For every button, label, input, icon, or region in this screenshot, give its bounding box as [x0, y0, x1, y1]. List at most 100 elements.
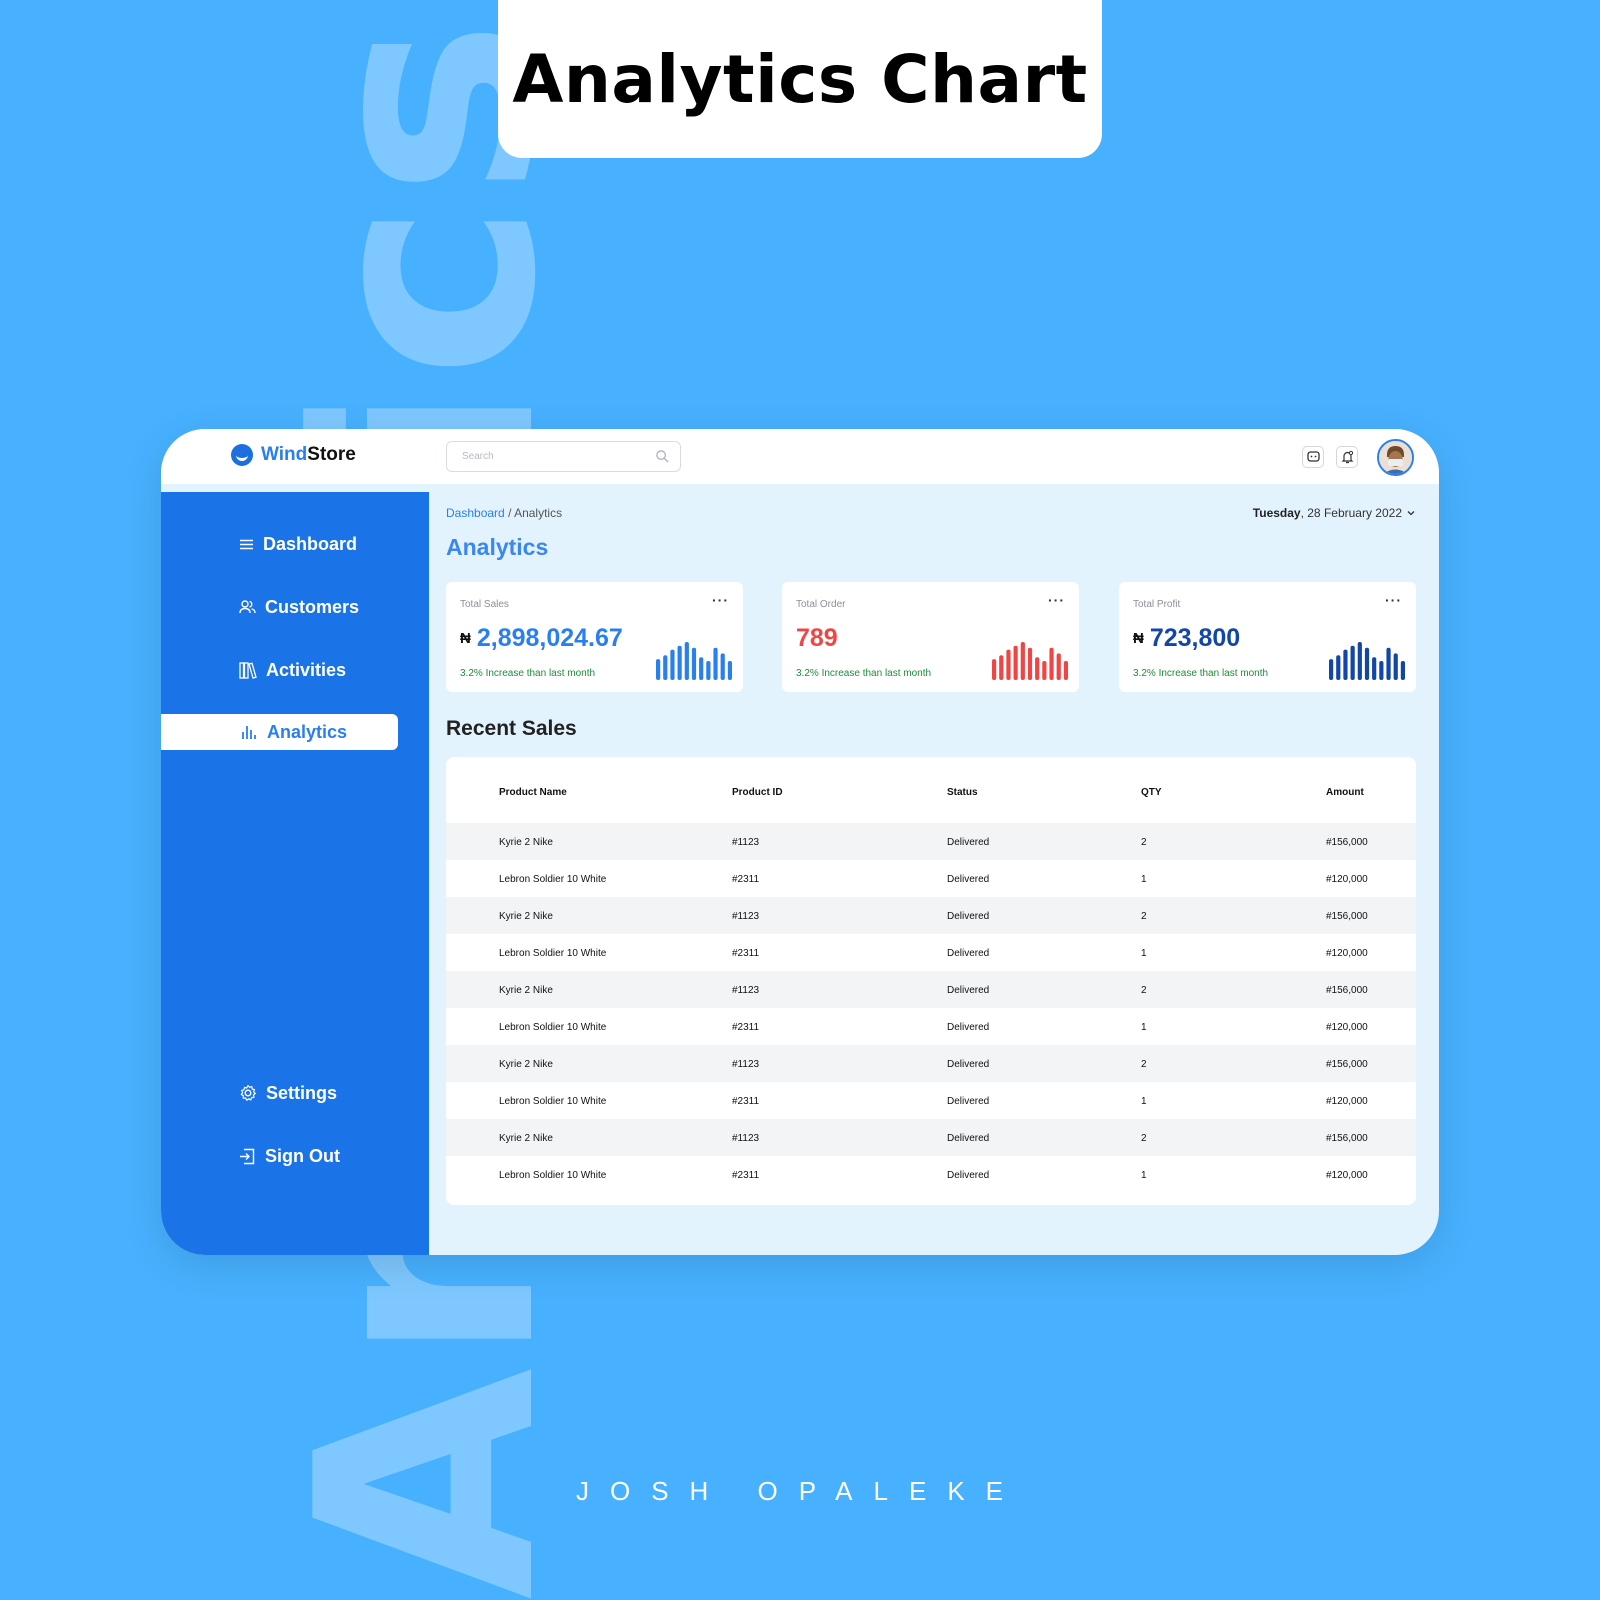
table-row[interactable]: Kyrie 2 Nike #1123 Delivered 2 #156,000 [446, 1045, 1416, 1082]
table-cell: Kyrie 2 Nike [499, 837, 553, 848]
sparkline-bar [1379, 661, 1384, 680]
date-selector[interactable]: Tuesday, 28 February 2022 [1253, 506, 1416, 520]
chat-icon[interactable] [1302, 446, 1324, 468]
column-header[interactable]: QTY [1141, 787, 1162, 798]
header-title-card: Analytics Chart [498, 0, 1102, 158]
sparkline-bar [992, 659, 997, 680]
table-cell: Kyrie 2 Nike [499, 985, 553, 996]
gear-icon [240, 1084, 256, 1101]
sparkline-bar [663, 655, 668, 680]
stat-number: 789 [796, 624, 838, 652]
more-options-icon[interactable]: ··· [712, 592, 729, 608]
sidebar-item-label: Sign Out [265, 1145, 340, 1166]
brand-logo[interactable]: WindStore [231, 444, 356, 466]
table-cell: 1 [1141, 874, 1147, 885]
table-cell: 2 [1141, 911, 1147, 922]
table-row[interactable]: Lebron Soldier 10 White #2311 Delivered 1 #1… [446, 1008, 1416, 1045]
avatar[interactable] [1377, 439, 1414, 476]
table-cell: Delivered [947, 1170, 990, 1181]
total-profit-sparkline [1329, 642, 1405, 680]
table-cell: Lebron Soldier 10 White [499, 1170, 607, 1181]
recent-sales-table: Product Name Product ID Status QTY Amoun… [446, 757, 1416, 1205]
table-cell: #156,000 [1326, 837, 1368, 848]
sidebar-item-settings[interactable]: Settings [239, 1075, 337, 1111]
table-row[interactable]: Kyrie 2 Nike #1123 Delivered 2 #156,000 [446, 1119, 1416, 1156]
page-title: Analytics [446, 534, 549, 560]
sparkline-bar [1393, 653, 1398, 680]
sparkline-bar [1006, 649, 1011, 680]
table-row[interactable]: Lebron Soldier 10 White #2311 Delivered 1 #1… [446, 860, 1416, 897]
sidebar-item-label: Analytics [267, 721, 348, 742]
notification-bell-icon[interactable] [1336, 446, 1358, 468]
sparkline-bar [1329, 659, 1334, 680]
table-cell: Delivered [947, 1133, 990, 1144]
sparkline-bar [656, 659, 661, 680]
top-bar: WindStore Search [161, 429, 1439, 484]
sparkline-bar [670, 649, 675, 680]
table-cell: Lebron Soldier 10 White [499, 948, 607, 959]
table-row[interactable]: Lebron Soldier 10 White #2311 Delivered 1 #1… [446, 1082, 1416, 1119]
table-cell: Delivered [947, 948, 990, 959]
table-cell: #120,000 [1326, 1022, 1368, 1033]
more-options-icon[interactable]: ··· [1385, 592, 1402, 608]
stat-value: 789 [796, 624, 838, 653]
table-cell: 1 [1141, 1022, 1147, 1033]
sparkline-bar [1350, 645, 1355, 680]
table-row[interactable]: Kyrie 2 Nike #1123 Delivered 2 #156,000 [446, 823, 1416, 860]
table-row[interactable]: Lebron Soldier 10 White #2311 Delivered 1 #1… [446, 1156, 1416, 1193]
table-row[interactable]: Kyrie 2 Nike #1123 Delivered 2 #156,000 [446, 971, 1416, 1008]
search-input[interactable]: Search [446, 441, 681, 472]
table-cell: #1123 [732, 985, 760, 996]
sparkline-bar [713, 647, 718, 680]
table-cell: #2311 [732, 874, 760, 885]
sparkline-bar [1020, 642, 1025, 680]
stat-value: ₦ 723,800 [1133, 624, 1240, 653]
column-header[interactable]: Status [947, 787, 978, 798]
column-header[interactable]: Amount [1326, 787, 1364, 798]
table-cell: Delivered [947, 985, 990, 996]
table-cell: #156,000 [1326, 911, 1368, 922]
sparkline-bar [699, 657, 704, 680]
sidebar-item-label: Dashboard [263, 533, 358, 554]
sparkline-bar [720, 653, 725, 680]
column-header[interactable]: Product ID [732, 787, 783, 798]
table-cell: Kyrie 2 Nike [499, 911, 553, 922]
sparkline-bar [1035, 657, 1040, 680]
stat-number: 2,898,024.67 [476, 624, 623, 652]
table-row[interactable]: Kyrie 2 Nike #1123 Delivered 2 #156,000 [446, 897, 1416, 934]
brand-logo-icon [231, 444, 253, 466]
table-cell: #2311 [732, 1170, 760, 1181]
stat-card-total-sales: Total Sales ··· ₦ 2,898,024.67 3.2% Incre… [446, 582, 743, 692]
sparkline-bar [1049, 647, 1054, 680]
sparkline-bar [1063, 661, 1068, 680]
stat-label: Total Profit [1133, 599, 1181, 610]
breadcrumb-link-dashboard[interactable]: Dashboard [446, 506, 505, 520]
sparkline-bar [706, 661, 711, 680]
sparkline-bar [1027, 647, 1033, 680]
header-title: Analytics Chart [512, 40, 1088, 118]
sidebar-item-activities[interactable]: Activities [239, 652, 346, 688]
table-row[interactable]: Lebron Soldier 10 White #2311 Delivered 1 #1… [446, 934, 1416, 971]
sidebar-item-dashboard[interactable]: Dashboard [239, 526, 357, 562]
search-icon[interactable] [655, 449, 670, 464]
sparkline-bar [691, 647, 697, 680]
table-cell: Delivered [947, 874, 990, 885]
sidebar-item-sign-out[interactable]: Sign Out [239, 1138, 340, 1174]
sparkline-bar [1013, 645, 1018, 680]
more-options-icon[interactable]: ··· [1048, 592, 1065, 608]
table-cell: 1 [1141, 1170, 1147, 1181]
sparkline-bar [1400, 661, 1405, 680]
table-cell: #2311 [732, 948, 760, 959]
table-cell: Delivered [947, 837, 990, 848]
brand-name: WindStore [261, 444, 356, 466]
sign-out-icon [240, 1148, 255, 1164]
author-signature: JOSH OPALEKE [575, 1476, 1025, 1506]
sparkline-bar [1343, 649, 1348, 680]
sidebar-item-customers[interactable]: Customers [239, 589, 359, 625]
total-order-sparkline [992, 642, 1068, 680]
stat-label: Total Sales [460, 599, 509, 610]
sidebar-item-analytics[interactable]: Analytics [161, 714, 398, 750]
table-cell: Delivered [947, 1022, 990, 1033]
column-header[interactable]: Product Name [499, 787, 567, 798]
stat-card-total-profit: Total Profit ··· ₦ 723,800 3.2% Increase … [1119, 582, 1416, 692]
